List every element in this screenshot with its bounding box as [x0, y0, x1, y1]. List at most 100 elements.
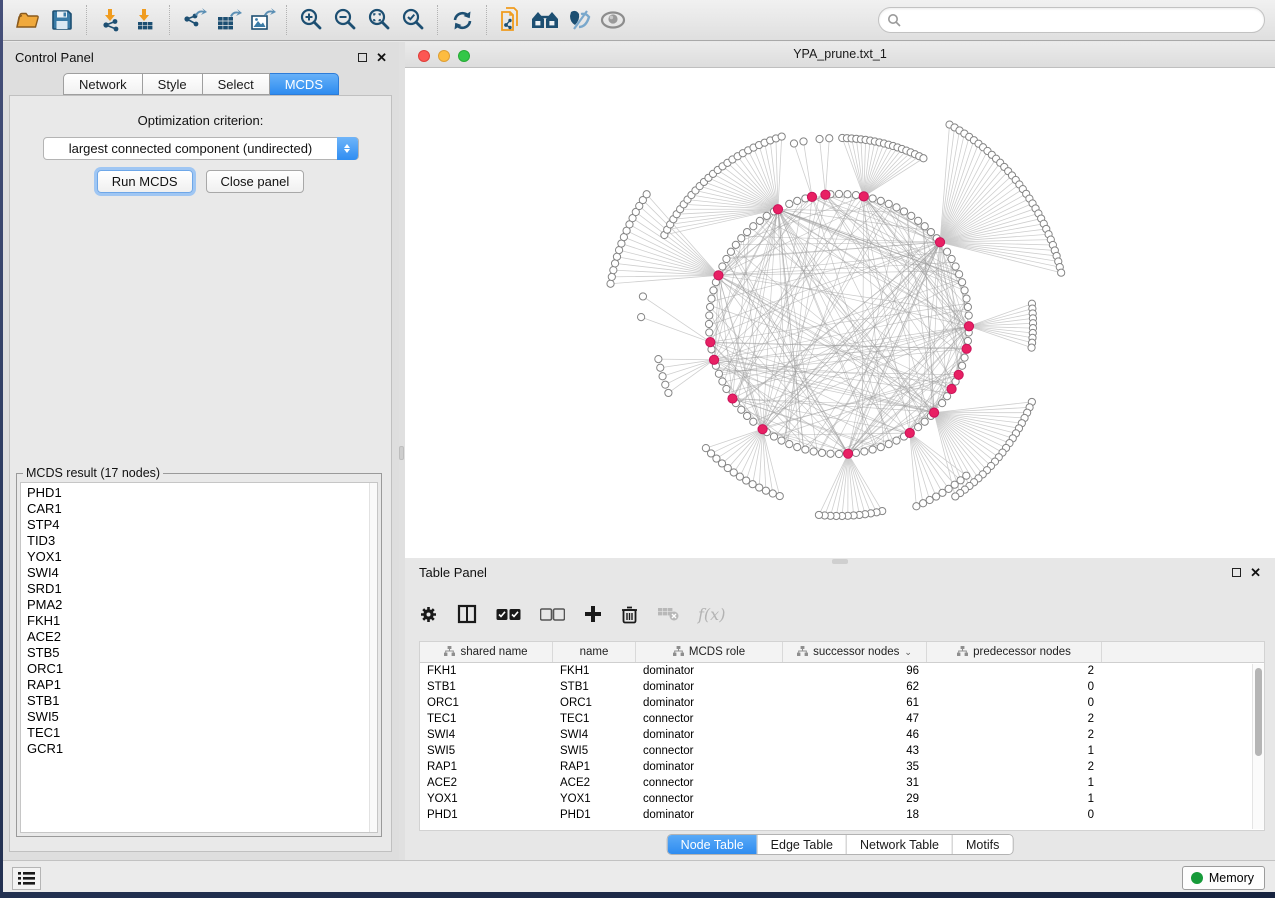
close-table-panel-icon[interactable]: ✕ — [1250, 568, 1261, 577]
delete-column-icon[interactable] — [621, 605, 638, 624]
cell-successors[interactable]: 46 — [783, 727, 927, 743]
cell-name[interactable]: RAP1 — [553, 759, 636, 775]
import-network-icon[interactable] — [94, 5, 128, 35]
show-column-panel-icon[interactable] — [457, 604, 477, 624]
optimization-criterion-select[interactable]: largest connected component (undirected) — [43, 137, 359, 160]
mcds-result-item[interactable]: CAR1 — [21, 501, 377, 517]
cell-shared_name[interactable]: TEC1 — [420, 711, 553, 727]
float-table-panel-icon[interactable] — [1232, 568, 1241, 577]
mcds-result-item[interactable]: FKH1 — [21, 613, 377, 629]
cell-name[interactable]: PHD1 — [553, 807, 636, 823]
column-header-shared-name[interactable]: shared name — [420, 642, 553, 662]
network-window-titlebar[interactable]: YPA_prune.txt_1 — [405, 42, 1275, 68]
mcds-result-item[interactable]: ACE2 — [21, 629, 377, 645]
tab-node-table[interactable]: Node Table — [668, 835, 757, 854]
mcds-result-item[interactable]: YOX1 — [21, 549, 377, 565]
node-table[interactable]: shared namenameMCDS rolesuccessor nodes⌄… — [419, 641, 1265, 831]
cell-predecessors[interactable]: 0 — [927, 807, 1102, 823]
cell-predecessors[interactable]: 2 — [927, 727, 1102, 743]
table-row[interactable]: ACE2ACE2connector311 — [420, 775, 1264, 791]
zoom-in-icon[interactable] — [294, 5, 328, 35]
table-row[interactable]: SWI5SWI5connector431 — [420, 743, 1264, 759]
cell-predecessors[interactable]: 0 — [927, 695, 1102, 711]
cell-predecessors[interactable]: 1 — [927, 791, 1102, 807]
column-header-predecessor-nodes[interactable]: predecessor nodes — [927, 642, 1102, 662]
run-mcds-button[interactable]: Run MCDS — [97, 170, 193, 193]
zoom-selected-icon[interactable] — [396, 5, 430, 35]
cell-predecessors[interactable]: 2 — [927, 759, 1102, 775]
cell-successors[interactable]: 61 — [783, 695, 927, 711]
cell-role[interactable]: dominator — [636, 759, 783, 775]
mcds-result-item[interactable]: STP4 — [21, 517, 377, 533]
cell-successors[interactable]: 62 — [783, 679, 927, 695]
table-row[interactable]: RAP1RAP1dominator352 — [420, 759, 1264, 775]
cell-role[interactable]: connector — [636, 711, 783, 727]
cell-successors[interactable]: 18 — [783, 807, 927, 823]
cell-predecessors[interactable]: 2 — [927, 663, 1102, 679]
cell-successors[interactable]: 31 — [783, 775, 927, 791]
cell-successors[interactable]: 47 — [783, 711, 927, 727]
cell-name[interactable]: TEC1 — [553, 711, 636, 727]
cell-successors[interactable]: 43 — [783, 743, 927, 759]
table-row[interactable]: TEC1TEC1connector472 — [420, 711, 1264, 727]
mcds-result-item[interactable]: PHD1 — [21, 483, 377, 501]
cell-role[interactable]: connector — [636, 743, 783, 759]
table-settings-icon[interactable] — [419, 605, 438, 624]
mcds-result-item[interactable]: RAP1 — [21, 677, 377, 693]
table-row[interactable]: SWI4SWI4dominator462 — [420, 727, 1264, 743]
open-session-icon[interactable] — [11, 5, 45, 35]
first-neighbors-icon[interactable] — [528, 5, 562, 35]
tab-select[interactable]: Select — [203, 73, 270, 95]
select-all-columns-icon[interactable] — [496, 608, 521, 621]
mcds-result-list[interactable]: PHD1CAR1STP4TID3YOX1SWI4SRD1PMA2FKH1ACE2… — [20, 482, 378, 833]
tab-mcds[interactable]: MCDS — [270, 73, 339, 95]
cell-name[interactable]: ACE2 — [553, 775, 636, 791]
unselect-all-columns-icon[interactable] — [540, 608, 565, 621]
zoom-fit-icon[interactable] — [362, 5, 396, 35]
cell-role[interactable]: connector — [636, 791, 783, 807]
add-column-icon[interactable] — [584, 605, 602, 623]
cell-shared_name[interactable]: ORC1 — [420, 695, 553, 711]
splitter-grip[interactable] — [399, 446, 404, 460]
mcds-result-item[interactable]: STB1 — [21, 693, 377, 709]
cell-predecessors[interactable]: 2 — [927, 711, 1102, 727]
cell-role[interactable]: dominator — [636, 679, 783, 695]
mcds-result-item[interactable]: TEC1 — [21, 725, 377, 741]
cell-successors[interactable]: 29 — [783, 791, 927, 807]
export-network-icon[interactable] — [177, 5, 211, 35]
float-panel-icon[interactable] — [358, 53, 367, 62]
cell-name[interactable]: SWI5 — [553, 743, 636, 759]
cell-predecessors[interactable]: 0 — [927, 679, 1102, 695]
cell-shared_name[interactable]: PHD1 — [420, 807, 553, 823]
cell-name[interactable]: ORC1 — [553, 695, 636, 711]
cell-predecessors[interactable]: 1 — [927, 743, 1102, 759]
mcds-result-item[interactable]: TID3 — [21, 533, 377, 549]
cell-role[interactable]: dominator — [636, 695, 783, 711]
table-row[interactable]: PHD1PHD1dominator180 — [420, 807, 1264, 823]
network-view[interactable] — [405, 68, 1275, 558]
cell-shared_name[interactable]: STB1 — [420, 679, 553, 695]
memory-button[interactable]: Memory — [1182, 866, 1265, 890]
column-header-name[interactable]: name — [553, 642, 636, 662]
cell-shared_name[interactable]: YOX1 — [420, 791, 553, 807]
search-input[interactable] — [901, 10, 1264, 30]
cell-shared_name[interactable]: SWI4 — [420, 727, 553, 743]
cell-shared_name[interactable]: FKH1 — [420, 663, 553, 679]
zoom-out-icon[interactable] — [328, 5, 362, 35]
cell-role[interactable]: dominator — [636, 807, 783, 823]
cell-role[interactable]: dominator — [636, 663, 783, 679]
cell-role[interactable]: connector — [636, 775, 783, 791]
show-all-icon[interactable] — [596, 5, 630, 35]
mcds-result-item[interactable]: SWI5 — [21, 709, 377, 725]
mcds-result-item[interactable]: SWI4 — [21, 565, 377, 581]
task-history-button[interactable] — [12, 867, 41, 890]
export-image-icon[interactable] — [245, 5, 279, 35]
column-header-successor-nodes[interactable]: successor nodes⌄ — [783, 642, 927, 662]
mcds-result-item[interactable]: PMA2 — [21, 597, 377, 613]
hide-selected-icon[interactable] — [562, 5, 596, 35]
tab-network[interactable]: Network — [63, 73, 143, 95]
cell-successors[interactable]: 96 — [783, 663, 927, 679]
mcds-list-scrollbar[interactable] — [369, 483, 377, 832]
table-scrollbar-thumb[interactable] — [1255, 668, 1262, 756]
mcds-result-item[interactable]: SRD1 — [21, 581, 377, 597]
